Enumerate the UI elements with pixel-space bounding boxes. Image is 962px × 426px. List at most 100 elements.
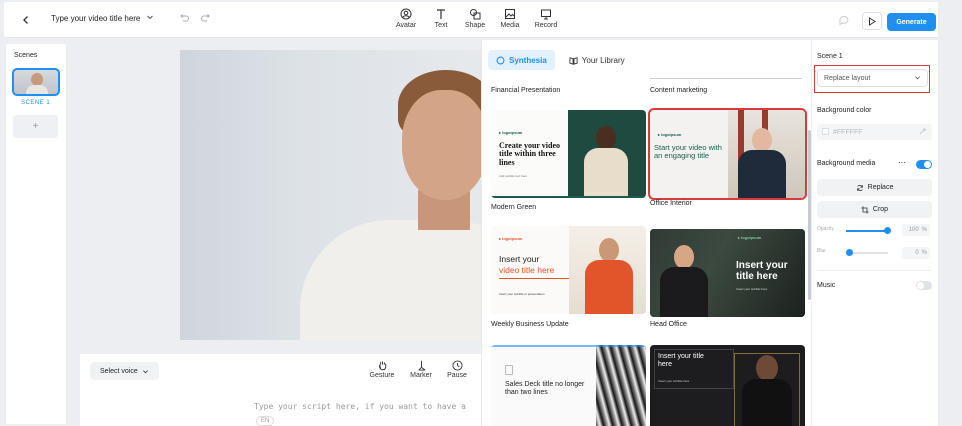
template-title: Sales Deck title no longer than two line… (505, 381, 585, 397)
generate-button[interactable]: Generate (887, 13, 936, 31)
add-scene-button[interactable]: + (13, 115, 58, 138)
template-panel: Synthesia Your Library Financial Present… (481, 40, 811, 426)
blur-slider-knob[interactable] (846, 249, 853, 256)
video-title[interactable]: Type your video title here (51, 14, 140, 23)
record-icon (541, 9, 551, 20)
background-media-label: Background media (817, 160, 876, 167)
gesture-tool[interactable]: Gesture (366, 360, 398, 379)
template-label: Office Interior (650, 200, 692, 207)
pause-tool[interactable]: Pause (441, 360, 473, 379)
tool-record[interactable]: Record (526, 8, 566, 29)
comment-icon[interactable] (838, 13, 852, 27)
background-color-label: Background color (817, 107, 872, 114)
document-icon (505, 365, 513, 375)
opacity-value-field[interactable]: 100 % (902, 224, 930, 236)
template-label: Modern Green (491, 204, 537, 211)
tool-record-label: Record (534, 22, 558, 29)
scenes-panel: Scenes SCENE 1 + (6, 44, 66, 424)
template-title-1: Insert your (499, 254, 540, 264)
properties-panel: Scene 1 Replace layout Background color … (812, 40, 938, 426)
title-chevron-down-icon[interactable] (146, 13, 154, 23)
template-scrollbar[interactable] (808, 130, 811, 300)
template-title: Insert your title here (736, 260, 788, 282)
tab-your-library-label: Your Library (581, 55, 625, 65)
opacity-unit: % (921, 227, 927, 233)
template-title-2: video title here (499, 265, 555, 275)
select-voice-label: Select voice (100, 367, 138, 375)
music-toggle[interactable] (916, 281, 932, 290)
opacity-slider-knob[interactable] (884, 227, 891, 234)
avatar-shirt (300, 220, 482, 340)
tab-synthesia[interactable]: Synthesia (488, 50, 555, 70)
undo-icon[interactable] (178, 11, 192, 25)
tool-avatar-label: Avatar (395, 22, 417, 29)
replace-icon (856, 184, 863, 191)
pause-label: Pause (447, 372, 467, 379)
template-card-dark[interactable]: Insert your title here Insert your subti… (650, 345, 805, 426)
template-subtitle: Insert your subtitle here (736, 287, 768, 291)
preview-play-button[interactable] (862, 12, 882, 30)
blur-label: Blur (817, 248, 826, 254)
scene-thumbnail[interactable] (12, 68, 60, 96)
tool-shape[interactable]: Shape (455, 8, 495, 29)
blur-value-field[interactable]: 0 % (902, 247, 930, 259)
background-media-toggle[interactable] (916, 160, 932, 169)
select-voice-dropdown[interactable]: Select voice (90, 362, 159, 380)
template-title: Create your video title within three lin… (499, 141, 561, 167)
pause-icon (451, 360, 463, 371)
opacity-slider[interactable] (846, 227, 891, 234)
card-bottom-edge (650, 78, 802, 79)
tool-media[interactable]: Media (490, 8, 530, 29)
scene-title: Scene 1 (817, 53, 843, 60)
back-arrow-icon[interactable] (18, 12, 34, 28)
crop-icon (861, 205, 869, 214)
app-window: Type your video title here Avatar Text S… (0, 0, 962, 426)
blur-slider[interactable] (846, 249, 888, 256)
chevron-down-icon (142, 369, 148, 373)
language-badge[interactable]: EN (256, 416, 275, 426)
redo-icon[interactable] (200, 11, 214, 25)
divider (817, 270, 932, 271)
template-tabs: Synthesia Your Library (488, 50, 633, 70)
template-label: Financial Presentation (491, 87, 561, 94)
template-label: Content marketing (650, 87, 708, 94)
template-card-office-interior[interactable]: ▸ logoipsum Start your video with an eng… (648, 108, 807, 200)
shape-icon (470, 9, 481, 20)
gesture-label: Gesture (369, 372, 395, 379)
replace-label: Replace (867, 184, 894, 191)
scene-name: SCENE 1 (21, 100, 51, 106)
synthesia-icon (496, 56, 505, 64)
scenes-heading: Scenes (14, 52, 38, 59)
replace-layout-select[interactable]: Replace layout (817, 69, 928, 87)
marker-icon (417, 360, 425, 371)
marker-tool[interactable]: Marker (405, 360, 437, 379)
video-canvas[interactable] (180, 50, 482, 340)
replace-media-button[interactable]: Replace (817, 179, 932, 196)
tool-avatar[interactable]: Avatar (386, 8, 426, 29)
template-label: Weekly Business Update (491, 321, 569, 328)
template-logo: ▸ logoipsum (738, 235, 762, 240)
background-color-input[interactable]: #FFFFFF (817, 124, 932, 140)
tab-synthesia-label: Synthesia (509, 55, 547, 65)
avatar-icon (400, 8, 412, 20)
template-card-modern-green[interactable]: ▸ logoipsum Create your video title with… (491, 110, 646, 198)
avatar-face (402, 90, 482, 200)
script-panel: Select voice Gesture Marker Pause Type y… (80, 354, 482, 426)
color-swatch (822, 128, 829, 135)
text-icon (437, 9, 445, 19)
gesture-icon (378, 361, 386, 371)
music-label: Music (817, 282, 836, 289)
library-icon (569, 56, 578, 65)
template-subtitle: Add subtitle text here (499, 174, 528, 178)
template-card-head-office[interactable]: ▸ logoipsum Insert your title here Inser… (650, 229, 805, 317)
template-card-weekly-business-update[interactable]: ▸ logoipsum Insert your video title here… (491, 226, 646, 314)
more-options-icon[interactable]: ⋯ (898, 158, 906, 167)
template-card-sales-deck[interactable]: Sales Deck title no longer than two line… (491, 345, 646, 426)
tool-shape-label: Shape (464, 22, 486, 29)
template-logo: ▸ logoipsum (658, 132, 682, 137)
opacity-label: Opacity (817, 226, 834, 232)
eyedropper-icon[interactable] (919, 127, 927, 137)
crop-button[interactable]: Crop (817, 201, 932, 218)
script-input[interactable]: Type your script here, if you want to ha… (254, 402, 466, 411)
tab-your-library[interactable]: Your Library (561, 50, 633, 70)
